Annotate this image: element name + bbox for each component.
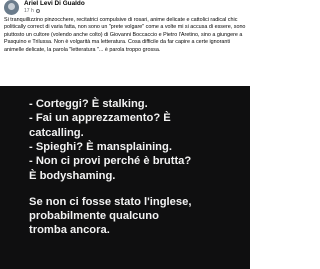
post-caption: Si tranquillizzino pinzocchere, recitatr… <box>4 17 246 53</box>
globe-icon <box>35 8 40 13</box>
image-text-line: catcalling. <box>29 127 84 139</box>
post-image[interactable]: - Corteggi? È stalking. - Fai un apprezz… <box>0 86 250 269</box>
post-timestamp[interactable]: 17 h <box>24 8 40 14</box>
timestamp-text[interactable]: 17 h <box>24 8 34 14</box>
image-text-line: - Corteggi? È stalking. <box>29 98 148 110</box>
author-name[interactable]: Ariel Levi Di Gualdo <box>24 0 85 8</box>
image-text-line: - Non ci provi perché è brutta? <box>29 155 192 167</box>
image-text-line: È bodyshaming. <box>29 170 116 182</box>
image-closing-line: probabilmente qualcuno <box>29 210 159 222</box>
image-text-line: - Fai un apprezzamento? È <box>29 112 171 124</box>
author-avatar[interactable] <box>4 0 19 15</box>
image-closing-line: Se non ci fosse stato l'inglese, <box>29 196 192 208</box>
image-text-line: - Spieghi? È mansplaining. <box>29 141 172 153</box>
image-closing-line: tromba ancora. <box>29 224 110 236</box>
post-header: Ariel Levi Di Gualdo 17 h <box>0 0 250 15</box>
